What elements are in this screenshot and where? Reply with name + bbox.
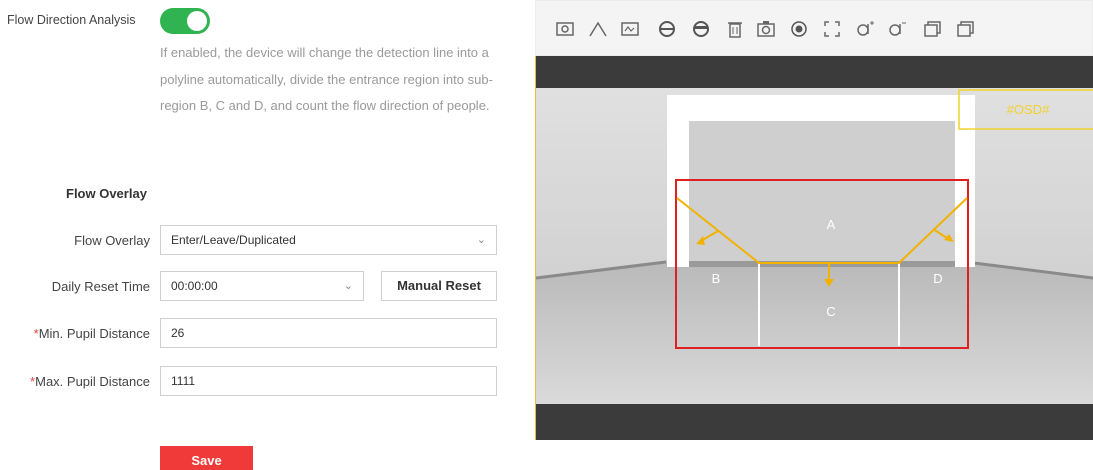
fullscreen-icon[interactable]	[821, 18, 843, 40]
save-button[interactable]: Save	[160, 446, 253, 470]
flow-overlay-value: Enter/Leave/Duplicated	[171, 233, 296, 247]
min-pupil-distance-text: Min. Pupil Distance	[38, 326, 150, 341]
record-icon[interactable]	[788, 18, 810, 40]
region-label-d: D	[933, 271, 942, 286]
camera-icon[interactable]	[755, 18, 777, 40]
flow-direction-description: If enabled, the device will change the d…	[160, 45, 493, 113]
snapshot-icon[interactable]	[554, 18, 576, 40]
flow-overlay-label: Flow Overlay	[74, 233, 150, 248]
region-icon[interactable]	[619, 18, 641, 40]
region-label-a: A	[827, 217, 836, 232]
video-scene: #OSD# A B C D	[536, 88, 1093, 404]
manual-reset-button[interactable]: Manual Reset	[381, 271, 497, 301]
delete-icon[interactable]	[724, 18, 746, 40]
daily-reset-time-value: 00:00:00	[171, 279, 218, 293]
min-pupil-distance-input[interactable]: 26	[160, 318, 497, 348]
max-pupil-distance-text: Max. Pupil Distance	[35, 374, 150, 389]
chevron-down-icon: ⌄	[343, 280, 353, 292]
flow-direction-label: Flow Direction Analysis	[7, 13, 136, 27]
head-icon[interactable]	[656, 18, 678, 40]
doorway-interior	[689, 121, 955, 267]
zoom-out-icon[interactable]	[886, 18, 908, 40]
min-pupil-distance-label: *Min. Pupil Distance	[0, 326, 150, 341]
floor	[536, 261, 1093, 404]
osd-text: #OSD#	[1007, 102, 1050, 117]
daily-reset-time-select[interactable]: 00:00:00 ⌄	[160, 271, 364, 301]
daily-reset-time-label: Daily Reset Time	[51, 279, 150, 294]
window-icon[interactable]	[921, 18, 943, 40]
chevron-down-icon: ⌄	[476, 234, 486, 246]
region-label-c: C	[826, 304, 835, 319]
viewer-toolbar	[535, 0, 1093, 56]
window-alt-icon[interactable]	[954, 18, 976, 40]
region-label-b: B	[712, 271, 721, 286]
max-pupil-distance-label: *Max. Pupil Distance	[0, 374, 150, 389]
face-icon[interactable]	[690, 18, 712, 40]
flow-direction-toggle[interactable]	[160, 8, 210, 34]
flow-overlay-select[interactable]: Enter/Leave/Duplicated ⌄	[160, 225, 497, 255]
live-view-panel: #OSD# A B C D	[535, 0, 1093, 440]
zoom-in-icon[interactable]	[854, 18, 876, 40]
polyline-icon[interactable]	[587, 18, 609, 40]
video-feed[interactable]: #OSD# A B C D	[535, 56, 1093, 440]
max-pupil-distance-input[interactable]: 1111	[160, 366, 497, 396]
toggle-knob	[187, 11, 207, 31]
flow-overlay-section-title: Flow Overlay	[66, 186, 147, 201]
